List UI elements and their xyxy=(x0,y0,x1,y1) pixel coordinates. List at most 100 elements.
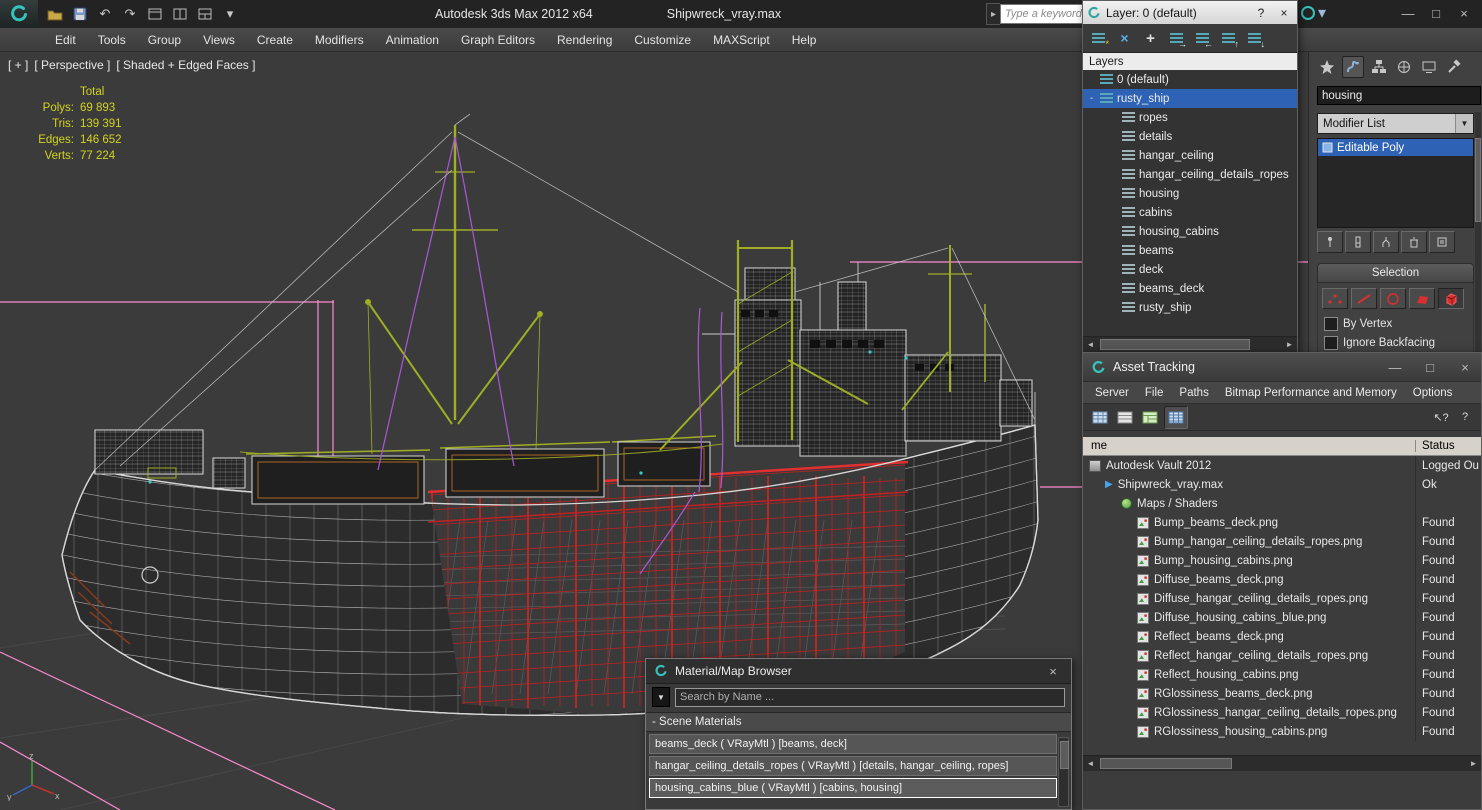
menu-item-animation[interactable]: Animation xyxy=(375,28,450,52)
asset-row-reflect-hangar-ceiling-details-ropes-png[interactable]: Reflect_hangar_ceiling_details_ropes.png… xyxy=(1083,646,1481,665)
menu-item-maxscript[interactable]: MAXScript xyxy=(702,28,781,52)
ignore-backfacing-checkbox[interactable]: Ignore Backfacing xyxy=(1324,336,1467,350)
hide-layer-icon[interactable]: ↑ xyxy=(1217,27,1240,49)
tab-utilities-icon[interactable] xyxy=(1444,57,1464,77)
modifier-list-dropdown[interactable]: Modifier List ▼ xyxy=(1317,113,1474,134)
help-icon[interactable]: ? xyxy=(1252,6,1270,20)
element-subobject-icon[interactable] xyxy=(1438,288,1464,309)
tab-modify-icon[interactable] xyxy=(1342,56,1364,78)
material-browser-titlebar[interactable]: Material/Map Browser × xyxy=(646,659,1071,684)
by-vertex-checkbox[interactable]: By Vertex xyxy=(1324,317,1467,331)
table-view-icon-1[interactable] xyxy=(1089,407,1111,428)
redo-icon[interactable]: ↷ xyxy=(119,4,141,24)
material-search-input[interactable] xyxy=(675,687,1065,707)
asset-row-bump-beams-deck-png[interactable]: Bump_beams_deck.png Found xyxy=(1083,513,1481,532)
window-layout-icon-2[interactable] xyxy=(169,4,191,24)
menu-item-views[interactable]: Views xyxy=(192,28,246,52)
freeze-layer-icon[interactable]: ↓ xyxy=(1243,27,1266,49)
close-icon[interactable]: × xyxy=(1275,6,1293,20)
list-view-icon[interactable] xyxy=(1114,407,1136,428)
menu-item-edit[interactable]: Edit xyxy=(44,28,87,52)
close-icon[interactable]: × xyxy=(1451,356,1479,378)
scroll-right-icon[interactable]: ► xyxy=(1282,337,1297,352)
viewport-pov-menu[interactable]: [ Perspective ] xyxy=(34,58,110,72)
close-icon[interactable]: × xyxy=(1039,660,1067,682)
menu-item-create[interactable]: Create xyxy=(246,28,304,52)
object-name-field[interactable] xyxy=(1317,86,1481,105)
tab-hierarchy-icon[interactable] xyxy=(1369,57,1389,77)
make-unique-icon[interactable] xyxy=(1373,231,1399,253)
maximize-icon[interactable]: □ xyxy=(1422,2,1450,24)
browser-options-icon[interactable]: ▼ xyxy=(652,687,670,707)
layer-item-housing[interactable]: housing xyxy=(1083,184,1297,203)
undo-icon[interactable]: ↶ xyxy=(94,4,116,24)
stack-item-editable-poly[interactable]: Editable Poly xyxy=(1318,139,1473,156)
asset-row-autodesk-vault-2012[interactable]: Autodesk Vault 2012 Logged Ou xyxy=(1083,456,1481,475)
new-layer-icon[interactable]: * xyxy=(1087,27,1110,49)
viewport-shading-menu[interactable]: [ Shaded + Edged Faces ] xyxy=(116,58,255,72)
asset-row-bump-hangar-ceiling-details-ropes-png[interactable]: Bump_hangar_ceiling_details_ropes.png Fou… xyxy=(1083,532,1481,551)
minimize-icon[interactable]: — xyxy=(1381,356,1409,378)
menu-item-rendering[interactable]: Rendering xyxy=(546,28,623,52)
configure-modifier-sets-icon[interactable] xyxy=(1429,231,1455,253)
menu-item-customize[interactable]: Customize xyxy=(623,28,702,52)
asset-row-shipwreck-vray-max[interactable]: ▶ Shipwreck_vray.max Ok xyxy=(1083,475,1481,494)
layer-item-hangar-ceiling-details-ropes[interactable]: hangar_ceiling_details_ropes xyxy=(1083,165,1297,184)
asset-menu-server[interactable]: Server xyxy=(1087,382,1137,403)
menu-item-graph-editors[interactable]: Graph Editors xyxy=(450,28,546,52)
viewport-plus-menu[interactable]: [ + ] xyxy=(8,58,28,72)
layer-item-deck[interactable]: deck xyxy=(1083,260,1297,279)
open-file-icon[interactable] xyxy=(44,4,66,24)
maximize-icon[interactable]: □ xyxy=(1416,356,1444,378)
add-to-layer-icon[interactable]: + xyxy=(1139,27,1162,49)
save-icon[interactable] xyxy=(69,4,91,24)
asset-menu-paths[interactable]: Paths xyxy=(1171,382,1216,403)
set-current-layer-icon[interactable]: ← xyxy=(1191,27,1214,49)
asset-row-diffuse-housing-cabins-blue-png[interactable]: Diffuse_housing_cabins_blue.png Found xyxy=(1083,608,1481,627)
scene-materials-header[interactable]: - Scene Materials xyxy=(646,712,1071,732)
tab-display-icon[interactable] xyxy=(1419,57,1439,77)
edge-subobject-icon[interactable] xyxy=(1351,288,1377,309)
remove-modifier-icon[interactable] xyxy=(1401,231,1427,253)
select-objects-in-layer-icon[interactable]: → xyxy=(1165,27,1188,49)
scroll-left-icon[interactable]: ◄ xyxy=(1083,756,1098,771)
selection-rollout-header[interactable]: Selection xyxy=(1317,263,1474,283)
help-icon[interactable]: ? xyxy=(1455,407,1475,427)
asset-row-rglossiness-beams-deck-png[interactable]: RGlossiness_beams_deck.png Found xyxy=(1083,684,1481,703)
tab-motion-icon[interactable] xyxy=(1394,57,1414,77)
layer-item-beams-deck[interactable]: beams_deck xyxy=(1083,279,1297,298)
layer-item-cabins[interactable]: cabins xyxy=(1083,203,1297,222)
material-item-beams-deck[interactable]: beams_deck ( VRayMtl ) [beams, deck] xyxy=(649,734,1057,754)
asset-tracking-titlebar[interactable]: Asset Tracking — □ × xyxy=(1083,353,1481,382)
scroll-left-icon[interactable]: ◄ xyxy=(1083,337,1098,352)
asset-menu-file[interactable]: File xyxy=(1137,382,1172,403)
asset-menu-bitmap-performance-and-memory[interactable]: Bitmap Performance and Memory xyxy=(1217,382,1405,403)
asset-menu-options[interactable]: Options xyxy=(1405,382,1461,403)
asset-row-diffuse-beams-deck-png[interactable]: Diffuse_beams_deck.png Found xyxy=(1083,570,1481,589)
scroll-thumb[interactable] xyxy=(1100,758,1232,769)
status-column-header[interactable]: Status xyxy=(1415,440,1481,452)
window-layout-icon-1[interactable] xyxy=(144,4,166,24)
material-item-housing-cabins-blue[interactable]: housing_cabins_blue ( VRayMtl ) [cabins,… xyxy=(649,778,1057,798)
tree-view-icon[interactable] xyxy=(1139,407,1161,428)
toolbar-overflow-icon[interactable]: ▾ xyxy=(219,4,241,24)
layer-panel-titlebar[interactable]: Layer: 0 (default) ? × xyxy=(1083,1,1297,24)
asset-row-reflect-beams-deck-png[interactable]: Reflect_beams_deck.png Found xyxy=(1083,627,1481,646)
layer-item-rusty-ship[interactable]: - rusty_ship xyxy=(1083,89,1297,108)
polygon-subobject-icon[interactable] xyxy=(1409,288,1435,309)
layer-item-0-default[interactable]: 0 (default) xyxy=(1083,70,1297,89)
asset-row-diffuse-hangar-ceiling-details-ropes-png[interactable]: Diffuse_hangar_ceiling_details_ropes.png… xyxy=(1083,589,1481,608)
layer-item-beams[interactable]: beams xyxy=(1083,241,1297,260)
scroll-right-icon[interactable]: ► xyxy=(1466,756,1481,771)
vertex-subobject-icon[interactable] xyxy=(1322,288,1348,309)
border-subobject-icon[interactable] xyxy=(1380,288,1406,309)
material-item-hangar-ceiling-details-ropes[interactable]: hangar_ceiling_details_ropes ( VRayMtl )… xyxy=(649,756,1057,776)
menu-item-tools[interactable]: Tools xyxy=(87,28,137,52)
menu-item-help[interactable]: Help xyxy=(781,28,828,52)
asset-row-maps-shaders[interactable]: Maps / Shaders xyxy=(1083,494,1481,513)
window-layout-icon-3[interactable] xyxy=(194,4,216,24)
search-chevron-icon[interactable]: ▸ xyxy=(986,3,1000,25)
minimize-icon[interactable]: — xyxy=(1394,2,1422,24)
delete-layer-icon[interactable]: × xyxy=(1113,27,1136,49)
menu-item-modifiers[interactable]: Modifiers xyxy=(304,28,375,52)
